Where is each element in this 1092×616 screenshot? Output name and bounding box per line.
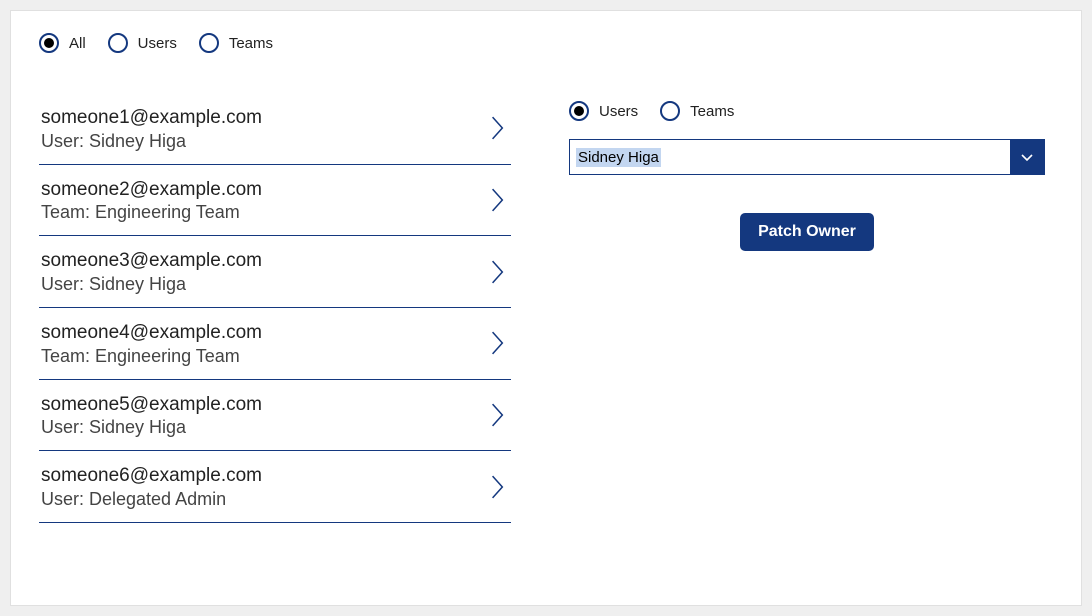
item-owner: User: Sidney Higa xyxy=(41,131,262,152)
item-email: someone5@example.com xyxy=(41,392,262,418)
radio-circle-icon xyxy=(108,33,128,53)
radio-label: All xyxy=(69,35,86,52)
list-spacer xyxy=(39,523,511,603)
item-email: someone6@example.com xyxy=(41,463,262,489)
radio-circle-icon xyxy=(39,33,59,53)
radio-all[interactable]: All xyxy=(39,33,86,53)
list-item[interactable]: someone5@example.com User: Sidney Higa xyxy=(39,380,511,452)
radio-label: Users xyxy=(599,103,638,120)
item-email: someone2@example.com xyxy=(41,177,262,203)
list-item[interactable]: someone2@example.com Team: Engineering T… xyxy=(39,165,511,237)
dropdown-selected-text: Sidney Higa xyxy=(576,148,661,167)
chevron-right-icon xyxy=(491,330,505,356)
list-item[interactable]: someone3@example.com User: Sidney Higa xyxy=(39,236,511,308)
chevron-right-icon xyxy=(491,474,505,500)
chevron-right-icon xyxy=(491,115,505,141)
item-owner: User: Sidney Higa xyxy=(41,417,262,438)
list-item[interactable]: someone4@example.com Team: Engineering T… xyxy=(39,308,511,380)
dropdown-value: Sidney Higa xyxy=(570,140,1010,174)
radio-circle-icon xyxy=(660,101,680,121)
item-owner: Team: Engineering Team xyxy=(41,202,262,223)
radio-owner-users[interactable]: Users xyxy=(569,101,638,121)
chevron-down-icon xyxy=(1020,150,1034,164)
dropdown-toggle-button[interactable] xyxy=(1010,140,1044,174)
list-item[interactable]: someone6@example.com User: Delegated Adm… xyxy=(39,451,511,523)
owner-dropdown[interactable]: Sidney Higa xyxy=(569,139,1045,175)
item-email: someone4@example.com xyxy=(41,320,262,346)
radio-teams[interactable]: Teams xyxy=(199,33,273,53)
owner-panel: Users Teams Sidney Higa Patch Owner xyxy=(511,93,1081,606)
list-item[interactable]: someone1@example.com User: Sidney Higa xyxy=(39,93,511,165)
radio-label: Teams xyxy=(229,35,273,52)
account-list-scroll[interactable]: someone1@example.com User: Sidney Higa s… xyxy=(39,93,511,606)
radio-label: Teams xyxy=(690,103,734,120)
radio-circle-icon xyxy=(199,33,219,53)
item-email: someone3@example.com xyxy=(41,248,262,274)
item-owner: User: Delegated Admin xyxy=(41,489,262,510)
item-owner: Team: Engineering Team xyxy=(41,346,262,367)
radio-users[interactable]: Users xyxy=(108,33,177,53)
chevron-right-icon xyxy=(491,402,505,428)
owner-type-filter: Users Teams xyxy=(569,101,1045,121)
item-owner: User: Sidney Higa xyxy=(41,274,262,295)
chevron-right-icon xyxy=(491,187,505,213)
radio-owner-teams[interactable]: Teams xyxy=(660,101,734,121)
patch-owner-button[interactable]: Patch Owner xyxy=(740,213,874,251)
app-frame: All Users Teams someone1@example.com Use… xyxy=(10,10,1082,606)
top-filter-group: All Users Teams xyxy=(11,11,1081,53)
content-area: someone1@example.com User: Sidney Higa s… xyxy=(11,93,1081,606)
chevron-right-icon xyxy=(491,259,505,285)
item-email: someone1@example.com xyxy=(41,105,262,131)
radio-circle-icon xyxy=(569,101,589,121)
account-list-pane: someone1@example.com User: Sidney Higa s… xyxy=(11,93,511,606)
radio-label: Users xyxy=(138,35,177,52)
